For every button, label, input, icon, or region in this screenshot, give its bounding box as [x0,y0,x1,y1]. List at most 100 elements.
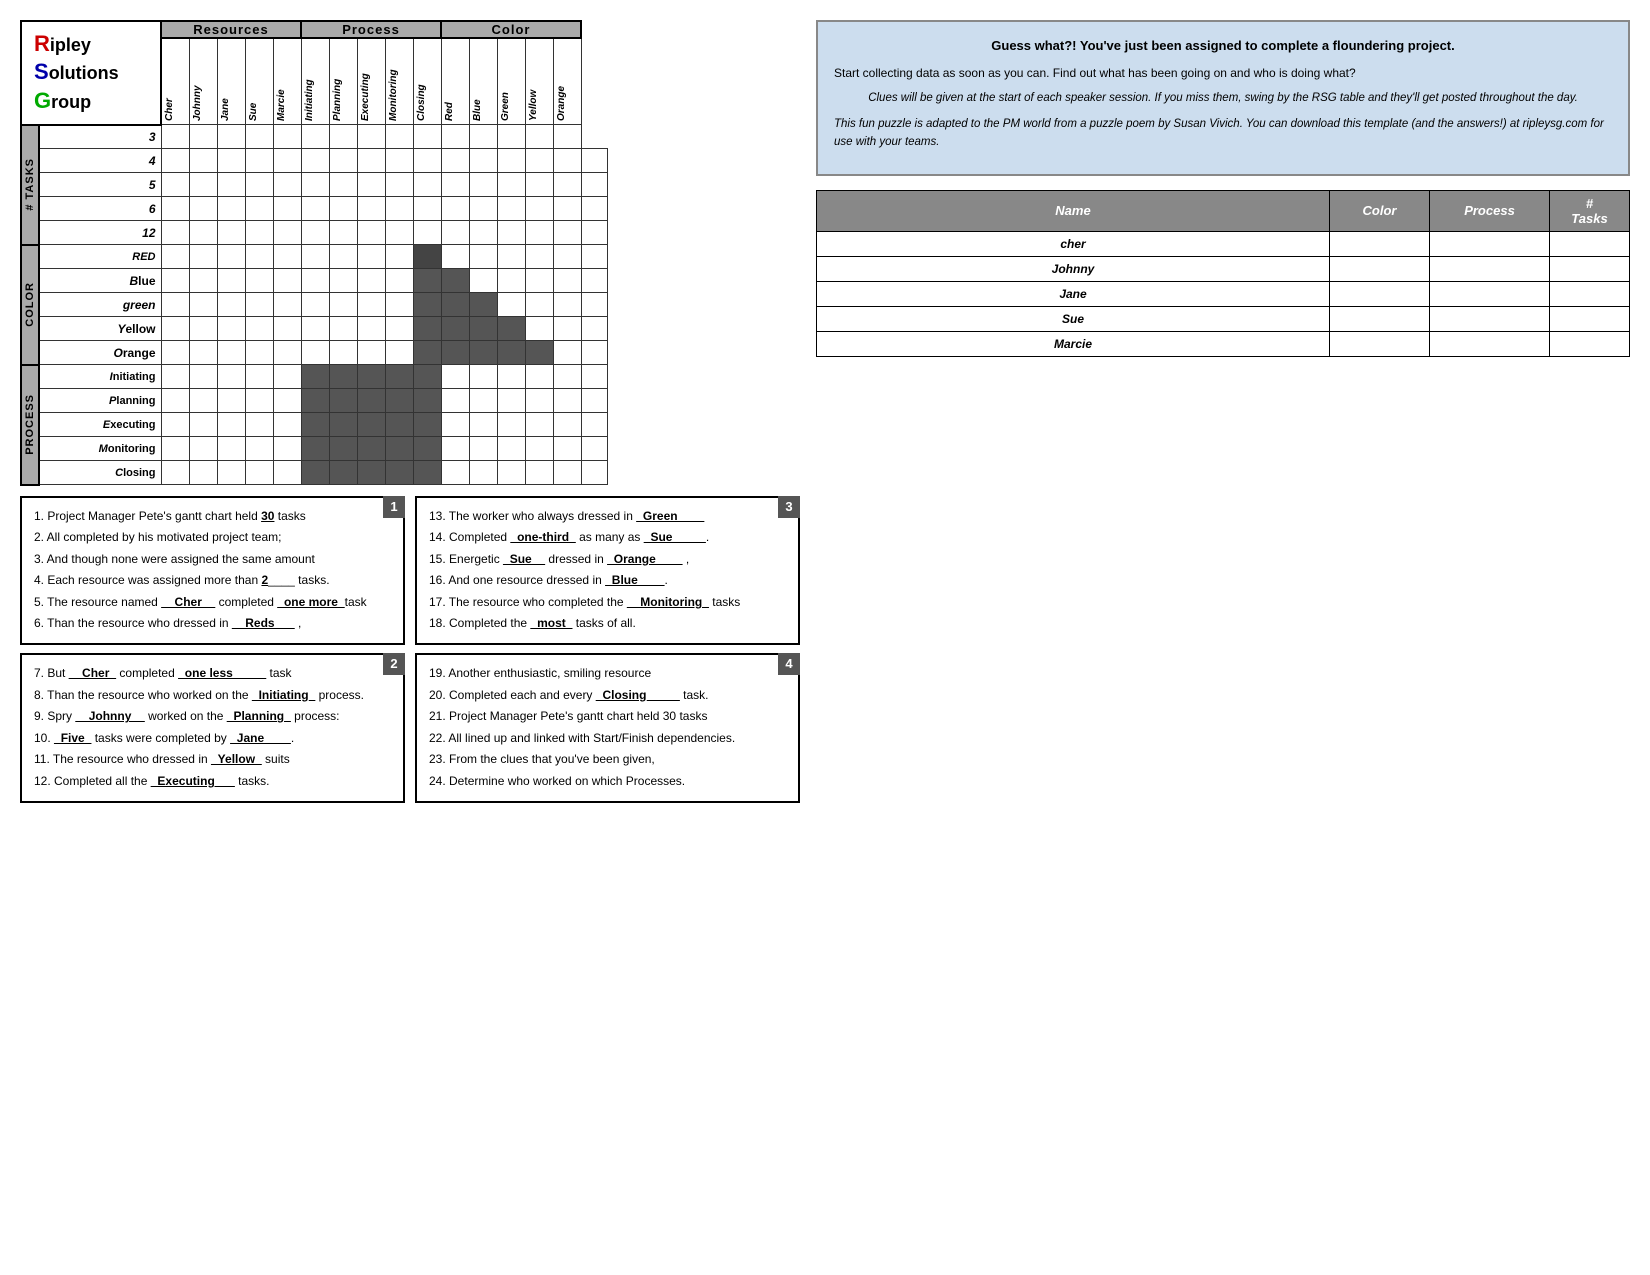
row-12: 12 [39,221,161,245]
col-planning: Planning [330,39,345,124]
answer-tasks-cher [1550,231,1630,256]
cell-empty [301,173,329,197]
clue-3-1: 13. The worker who always dressed in _Gr… [429,506,786,528]
cell-empty [301,125,329,149]
cell-empty [189,125,217,149]
answer-table: Name Color Process # Tasks cher Johnny [816,190,1630,357]
clue-4-1: 19. Another enthusiastic, smiling resour… [429,663,786,685]
cell-empty [245,389,273,413]
cell-dark [469,293,497,317]
cell-empty [581,221,607,245]
answer-name-jane: Jane [817,281,1330,306]
logo-g: G [34,88,51,113]
clue-3-5: 17. The resource who completed the __Mon… [429,592,786,614]
cell-empty [385,269,413,293]
cell-empty [385,149,413,173]
answer-tasks-johnny [1550,256,1630,281]
cell-empty [217,269,245,293]
cell-empty [469,149,497,173]
cell-empty [217,173,245,197]
cell-empty [497,149,525,173]
cell-dark [301,365,329,389]
cell-empty [273,173,301,197]
clue-1-6: 6. Than the resource who dressed in __Re… [34,613,391,635]
cell-dark [301,437,329,461]
logo-line2-rest: olutions [49,63,119,83]
cell-empty [273,125,301,149]
cell-empty [497,389,525,413]
cell-empty [525,437,553,461]
cell-dark [413,413,441,437]
clue-number-4: 4 [778,653,800,675]
cell-empty [553,293,581,317]
cell-empty [329,317,357,341]
cell-empty [357,197,385,221]
cell-empty [273,389,301,413]
cell-empty [245,365,273,389]
cell-empty [581,365,607,389]
cell-empty [217,293,245,317]
cell-empty [245,125,273,149]
answer-process-jane [1430,281,1550,306]
cell-empty [525,149,553,173]
cell-empty [553,269,581,293]
cell-dark [385,437,413,461]
answer-name-marcie: Marcie [817,331,1330,356]
cell-dark [413,461,441,485]
clue-number-2: 2 [383,653,405,675]
cell-empty [273,269,301,293]
cell-empty [525,293,553,317]
cell-dark [357,461,385,485]
cell-empty [497,197,525,221]
cell-empty [161,413,189,437]
cell-empty [497,365,525,389]
cell-empty [497,461,525,485]
cell-empty [217,149,245,173]
color-section-label: Color [22,278,38,331]
cell-empty [357,245,385,269]
cell-empty [245,269,273,293]
answer-tasks-jane [1550,281,1630,306]
cell-empty [301,149,329,173]
clue-2-4: 10. _Five_ tasks were completed by _Jane… [34,728,391,750]
cell-empty [245,221,273,245]
cell-empty [413,149,441,173]
cell-empty [441,365,469,389]
cell-empty [329,149,357,173]
answer-color-jane [1330,281,1430,306]
clue-box-4: 4 19. Another enthusiastic, smiling reso… [415,653,800,803]
cell-empty [553,413,581,437]
cell-empty [329,293,357,317]
cell-dark [469,317,497,341]
cell-empty [469,461,497,485]
clue-3-4: 16. And one resource dressed in _Blue___… [429,570,786,592]
cell-empty [245,413,273,437]
cell-dark [413,365,441,389]
info-box: Guess what?! You've just been assigned t… [816,20,1630,176]
cell-empty [161,221,189,245]
cell-empty [413,197,441,221]
cell-empty [329,269,357,293]
cell-empty [497,437,525,461]
cell-empty [525,245,553,269]
col-cher: Cher [162,39,177,124]
row-5: 5 [39,173,161,197]
cell-empty [525,197,553,221]
cell-empty [469,197,497,221]
cell-empty [357,221,385,245]
cell-empty [217,365,245,389]
cell-empty [273,365,301,389]
row-initiating: Initiating [39,365,161,389]
cell-empty [469,125,497,149]
cell-empty [553,317,581,341]
answer-row-sue: Sue [817,306,1630,331]
cell-dark [301,413,329,437]
clue-box-1: 1 1. Project Manager Pete's gantt chart … [20,496,405,646]
cell-empty [301,221,329,245]
cell-dark [413,245,441,269]
process-label-cell: Process [21,365,39,485]
clue-number-3: 3 [778,496,800,518]
cell-dark [441,341,469,365]
cell-empty [553,365,581,389]
row-blue: Blue [39,269,161,293]
